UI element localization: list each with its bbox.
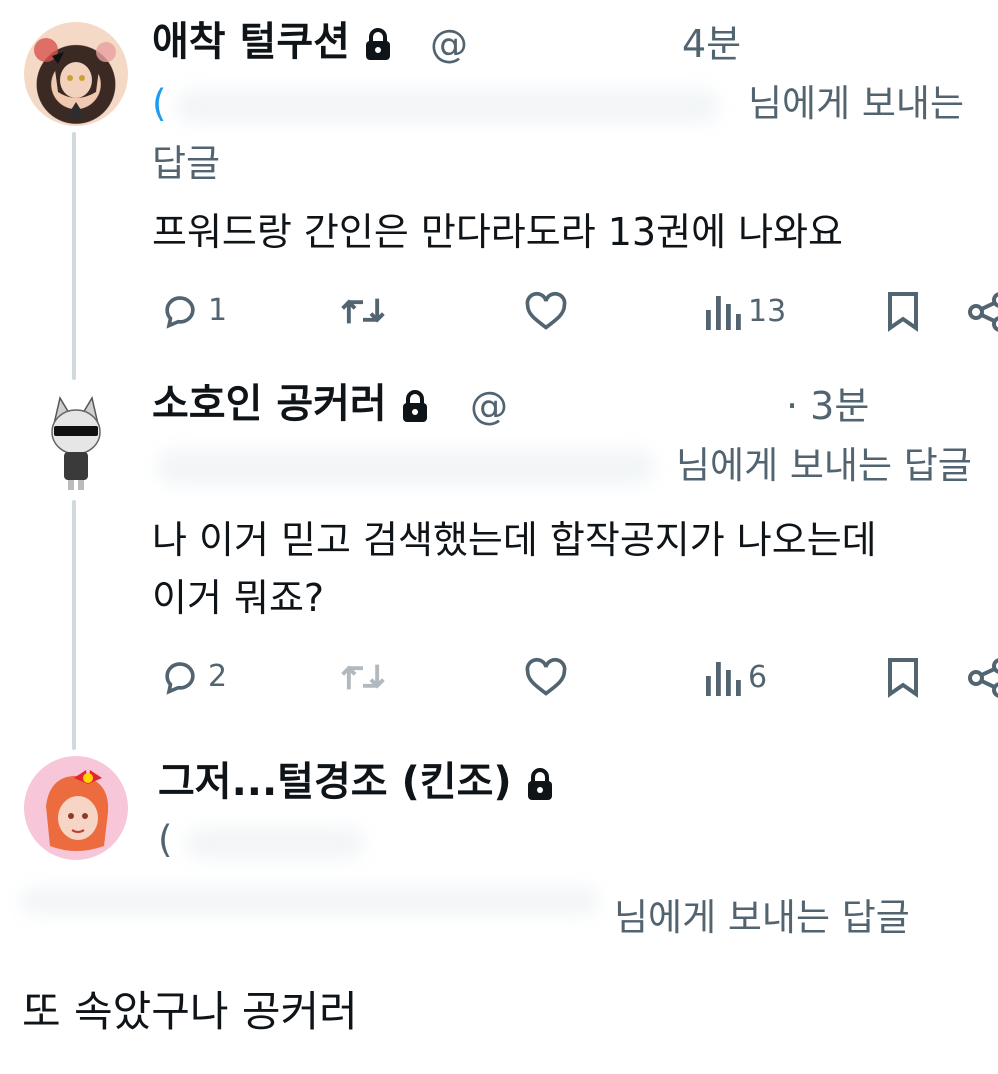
reply-count: 1 [208, 292, 228, 328]
reply-text-line-1: 나 이거 믿고 검색했는데 합작공지가 나오는데 [152, 518, 877, 562]
thread-line [72, 132, 76, 380]
analytics-icon [706, 662, 741, 696]
avatar-art [34, 38, 116, 118]
redacted-handle [510, 382, 780, 432]
view-count: 6 [748, 659, 768, 695]
display-name[interactable]: 소호인 공커러 [152, 380, 429, 428]
replying-to-label: 님에게 보내는 [748, 82, 965, 125]
avatar[interactable] [24, 756, 128, 860]
share-button[interactable] [968, 658, 998, 698]
replying-to-label-wrap: 답글 [152, 142, 221, 185]
heart-icon [525, 291, 567, 330]
share-button[interactable] [968, 292, 998, 332]
replying-to-prefix: ( [158, 818, 173, 861]
avatar-art [51, 396, 101, 490]
share-icon [968, 658, 998, 698]
redacted-mention [175, 88, 720, 124]
like-button[interactable] [524, 290, 568, 332]
handle[interactable]: @ [470, 382, 508, 430]
caption: 또 속았구나 공커러 [22, 987, 358, 1036]
lock-icon [527, 768, 552, 800]
timestamp[interactable]: 4분 [682, 20, 741, 68]
like-button[interactable] [524, 656, 568, 698]
reply-button[interactable]: 2 [158, 654, 227, 698]
redacted-handle [470, 20, 675, 70]
replying-to-prefix: ( [152, 82, 167, 125]
display-name[interactable]: 애착 털쿠션 [152, 18, 392, 66]
redacted-mention-row [20, 886, 600, 916]
repost-icon [341, 664, 385, 690]
reply-text: 프워드랑 간인은 만다라도라 13권에 나와요 [152, 210, 843, 254]
lock-icon [402, 390, 427, 422]
share-icon [968, 292, 998, 332]
reply-count: 2 [208, 658, 228, 694]
bookmark-icon [888, 658, 918, 698]
lock-icon [365, 28, 390, 60]
thread-line [72, 500, 76, 750]
avatar-art [46, 770, 109, 851]
handle[interactable]: @ [430, 20, 468, 68]
timestamp[interactable]: · 3분 [786, 382, 869, 430]
bookmark-button[interactable] [886, 290, 920, 332]
avatar[interactable] [24, 22, 128, 126]
display-name[interactable]: 그저...털경조 (킨조) [158, 758, 554, 806]
redacted-mention [185, 826, 365, 860]
reply-icon [165, 296, 195, 329]
repost-button[interactable] [340, 656, 386, 698]
repost-icon [341, 298, 385, 324]
views-button[interactable]: 6 [702, 658, 767, 696]
bookmark-button[interactable] [886, 656, 920, 698]
reply-icon [165, 662, 195, 695]
bookmark-icon [888, 292, 918, 332]
replying-to-label: 님에게 보내는 답글 [676, 444, 972, 487]
views-button[interactable]: 13 [702, 292, 786, 330]
avatar[interactable] [24, 388, 128, 492]
heart-icon [525, 657, 567, 696]
reply-text-line-2: 이거 뭐죠? [152, 576, 325, 620]
replying-to-label: 님에게 보내는 답글 [614, 896, 910, 939]
view-count: 13 [748, 293, 787, 329]
analytics-icon [706, 296, 741, 330]
repost-button[interactable] [340, 290, 386, 332]
redacted-mention [156, 448, 656, 486]
reply-button[interactable]: 1 [158, 288, 227, 332]
